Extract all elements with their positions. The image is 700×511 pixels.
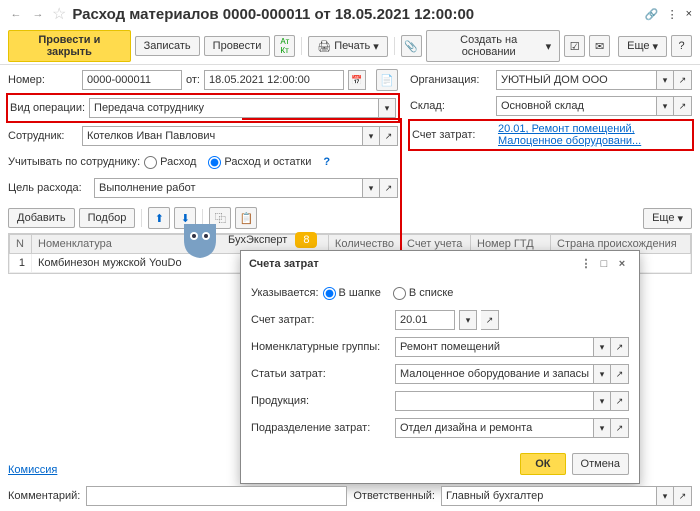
paste-btn[interactable]: 📋 (235, 207, 257, 229)
cost-accounts-popup: Счета затрат ⋮ □ × Указывается: В шапке … (240, 250, 640, 484)
p-dept-input[interactable] (395, 418, 593, 438)
p-nomgrp-input[interactable] (395, 337, 593, 357)
wh-open[interactable]: ↗ (674, 96, 692, 116)
radio-expense-rem[interactable]: Расход и остатки (208, 156, 311, 169)
copy-btn[interactable]: ⿻ (209, 207, 231, 229)
kebab-icon[interactable]: ⋮ (667, 8, 678, 21)
org-dd[interactable]: ▾ (656, 70, 674, 90)
radio-in-header[interactable]: В шапке (323, 287, 381, 300)
employee-dd[interactable]: ▾ (362, 126, 380, 146)
help-icon[interactable]: ? (671, 35, 692, 57)
org-open[interactable]: ↗ (674, 70, 692, 90)
wh-input[interactable] (496, 96, 656, 116)
number-lbl: Номер: (8, 74, 78, 86)
employee-lbl: Сотрудник: (8, 130, 78, 142)
employee-open[interactable]: ↗ (380, 126, 398, 146)
fwd-btn[interactable]: → (30, 6, 46, 22)
resp-input[interactable] (441, 486, 656, 506)
employee-input[interactable] (82, 126, 362, 146)
mail-icon[interactable]: ✉ (589, 35, 610, 57)
p-prod-lbl: Продукция: (251, 395, 391, 407)
optype-dd[interactable]: ▾ (378, 98, 396, 118)
spec-lbl: Указывается: (251, 287, 319, 299)
doc-status-icon[interactable]: 📄 (376, 69, 398, 91)
resp-lbl: Ответственный: (353, 490, 435, 502)
dtkt-icon[interactable]: АтКт (274, 35, 295, 57)
popup-max[interactable]: □ (595, 258, 613, 270)
optype-input[interactable] (89, 98, 378, 118)
accountby-lbl: Учитывать по сотруднику: (8, 156, 140, 168)
post-close-btn[interactable]: Провести и закрыть (8, 30, 131, 62)
p-acc-open[interactable]: ↗ (481, 310, 499, 330)
number-input[interactable] (82, 70, 182, 90)
table-more-btn[interactable]: Еще ▾ (643, 208, 692, 229)
radio-expense[interactable]: Расход (144, 156, 196, 169)
p-acc-dd[interactable]: ▾ (459, 310, 477, 330)
purpose-open[interactable]: ↗ (380, 178, 398, 198)
p-acc-lbl: Счет затрат: (251, 314, 391, 326)
purpose-input[interactable] (94, 178, 362, 198)
checklist-icon[interactable]: ☑ (564, 35, 585, 57)
up-btn[interactable]: ⬆ (148, 207, 170, 229)
add-btn[interactable]: Добавить (8, 208, 75, 228)
optype-lbl: Вид операции: (10, 102, 85, 114)
from-lbl: от: (186, 74, 200, 86)
commission-link[interactable]: Комиссия (8, 464, 57, 476)
costacc-lbl: Счет затрат: (412, 129, 494, 141)
purpose-dd[interactable]: ▾ (362, 178, 380, 198)
link-icon[interactable]: 🔗 (645, 8, 659, 21)
create-based-btn[interactable]: Создать на основании ▾ (426, 30, 560, 62)
help-q[interactable]: ? (323, 156, 330, 168)
star-icon[interactable]: ☆ (52, 4, 66, 24)
popup-close[interactable]: × (613, 258, 631, 270)
p-costitem-input[interactable] (395, 364, 593, 384)
post-btn[interactable]: Провести (204, 36, 271, 56)
print-btn[interactable]: 🖨 Печать ▾ (308, 36, 388, 57)
col-n: N (10, 235, 32, 254)
close-icon[interactable]: × (686, 8, 692, 21)
down-btn[interactable]: ⬇ (174, 207, 196, 229)
p-nomgrp-lbl: Номенклатурные группы: (251, 341, 391, 353)
more-btn[interactable]: Еще ▾ (618, 36, 667, 57)
calendar-icon[interactable]: 📅 (348, 70, 366, 90)
p-costitem-lbl: Статьи затрат: (251, 368, 391, 380)
save-btn[interactable]: Записать (135, 36, 200, 56)
org-input[interactable] (496, 70, 656, 90)
wh-lbl: Склад: (410, 100, 492, 112)
p-dept-lbl: Подразделение затрат: (251, 422, 391, 434)
attach-icon[interactable]: 📎 (401, 35, 422, 57)
radio-in-list[interactable]: В списке (393, 287, 454, 300)
wh-dd[interactable]: ▾ (656, 96, 674, 116)
date-input[interactable] (204, 70, 344, 90)
pick-btn[interactable]: Подбор (79, 208, 136, 228)
purpose-lbl: Цель расхода: (8, 182, 90, 194)
p-prod-input[interactable] (395, 391, 593, 411)
org-lbl: Организация: (410, 74, 492, 86)
comment-lbl: Комментарий: (8, 490, 80, 502)
comment-input[interactable] (86, 486, 347, 506)
popup-kebab[interactable]: ⋮ (577, 257, 595, 270)
costacc-link[interactable]: 20.01, Ремонт помещений, Малоценное обор… (498, 123, 690, 147)
back-btn[interactable]: ← (8, 6, 24, 22)
p-acc-input[interactable] (395, 310, 455, 330)
page-title: Расход материалов 0000-000011 от 18.05.2… (72, 6, 639, 23)
popup-title: Счета затрат (249, 258, 319, 270)
